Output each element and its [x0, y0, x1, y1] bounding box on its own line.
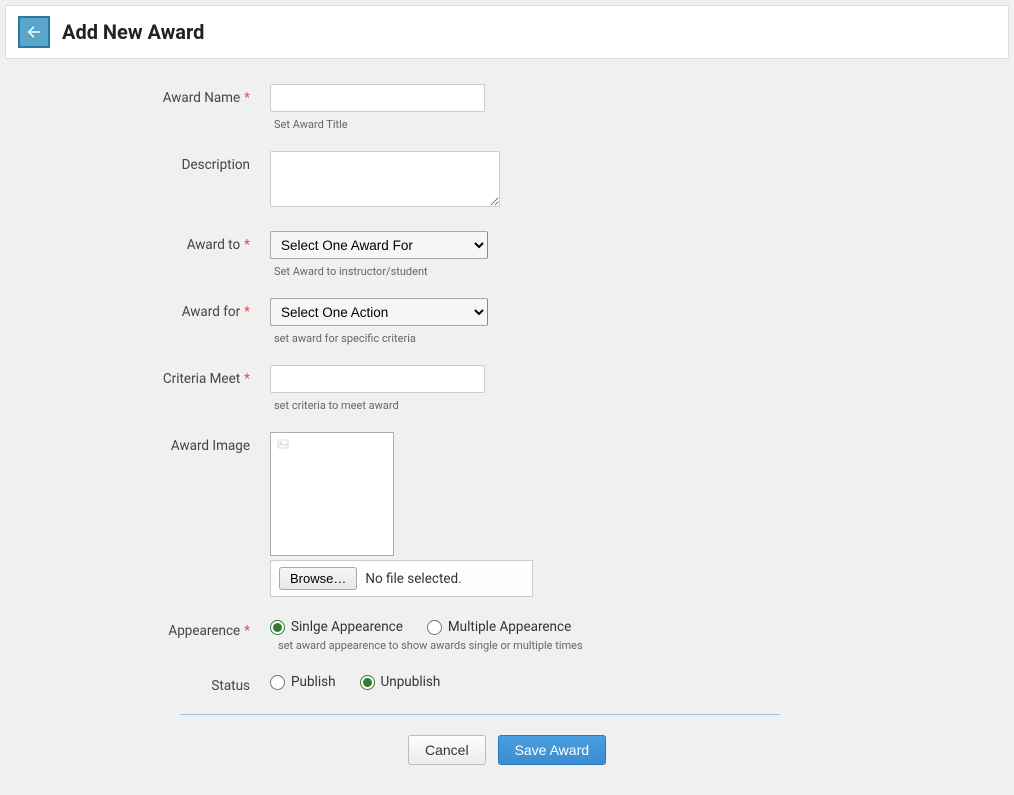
- radio-publish-input[interactable]: [270, 675, 285, 690]
- image-preview: [270, 432, 394, 556]
- label-status: Status: [20, 672, 250, 694]
- form-actions: Cancel Save Award: [20, 735, 994, 765]
- row-appearance: Appearence* Sinlge Appearence Multiple A…: [20, 617, 994, 652]
- row-award-for: Award for* Select One Action set award f…: [20, 298, 994, 345]
- radio-single-appearance-input[interactable]: [270, 620, 285, 635]
- award-name-input[interactable]: [270, 84, 485, 112]
- hint-appearance: set award appearence to show awards sing…: [278, 639, 994, 652]
- page-title: Add New Award: [62, 20, 204, 44]
- back-arrow-icon: [25, 23, 43, 41]
- radio-multiple-appearance[interactable]: Multiple Appearence: [427, 619, 571, 635]
- label-award-image: Award Image: [20, 432, 250, 454]
- radio-multiple-appearance-input[interactable]: [427, 620, 442, 635]
- label-description: Description: [20, 151, 250, 173]
- row-criteria-meet: Criteria Meet* set criteria to meet awar…: [20, 365, 994, 412]
- label-criteria-meet: Criteria Meet*: [20, 365, 250, 387]
- criteria-meet-input[interactable]: [270, 365, 485, 393]
- hint-award-for: set award for specific criteria: [274, 332, 994, 345]
- file-chooser: Browse… No file selected.: [270, 560, 533, 597]
- page-header: Add New Award: [5, 5, 1009, 59]
- award-to-select[interactable]: Select One Award For: [270, 231, 488, 259]
- radio-single-appearance[interactable]: Sinlge Appearence: [270, 619, 403, 635]
- row-description: Description: [20, 151, 994, 211]
- label-award-for: Award for*: [20, 298, 250, 320]
- back-button[interactable]: [18, 16, 50, 48]
- label-award-to: Award to*: [20, 231, 250, 253]
- form-divider: [180, 714, 780, 715]
- label-appearance: Appearence*: [20, 617, 250, 639]
- row-award-image: Award Image Browse… No file selected.: [20, 432, 994, 597]
- row-status: Status Publish Unpublish: [20, 672, 994, 694]
- hint-criteria-meet: set criteria to meet award: [274, 399, 994, 412]
- award-for-select[interactable]: Select One Action: [270, 298, 488, 326]
- radio-publish[interactable]: Publish: [270, 674, 336, 690]
- row-award-name: Award Name* Set Award Title: [20, 84, 994, 131]
- hint-award-to: Set Award to instructor/student: [274, 265, 994, 278]
- description-textarea[interactable]: [270, 151, 500, 207]
- radio-unpublish-input[interactable]: [360, 675, 375, 690]
- browse-button[interactable]: Browse…: [279, 567, 357, 590]
- label-award-name: Award Name*: [20, 84, 250, 106]
- save-button[interactable]: Save Award: [498, 735, 606, 765]
- image-placeholder-icon: [276, 438, 290, 450]
- file-status-text: No file selected.: [365, 571, 461, 587]
- form-container: Award Name* Set Award Title Description …: [0, 64, 1014, 795]
- hint-award-name: Set Award Title: [274, 118, 994, 131]
- radio-unpublish[interactable]: Unpublish: [360, 674, 441, 690]
- row-award-to: Award to* Select One Award For Set Award…: [20, 231, 994, 278]
- cancel-button[interactable]: Cancel: [408, 735, 486, 765]
